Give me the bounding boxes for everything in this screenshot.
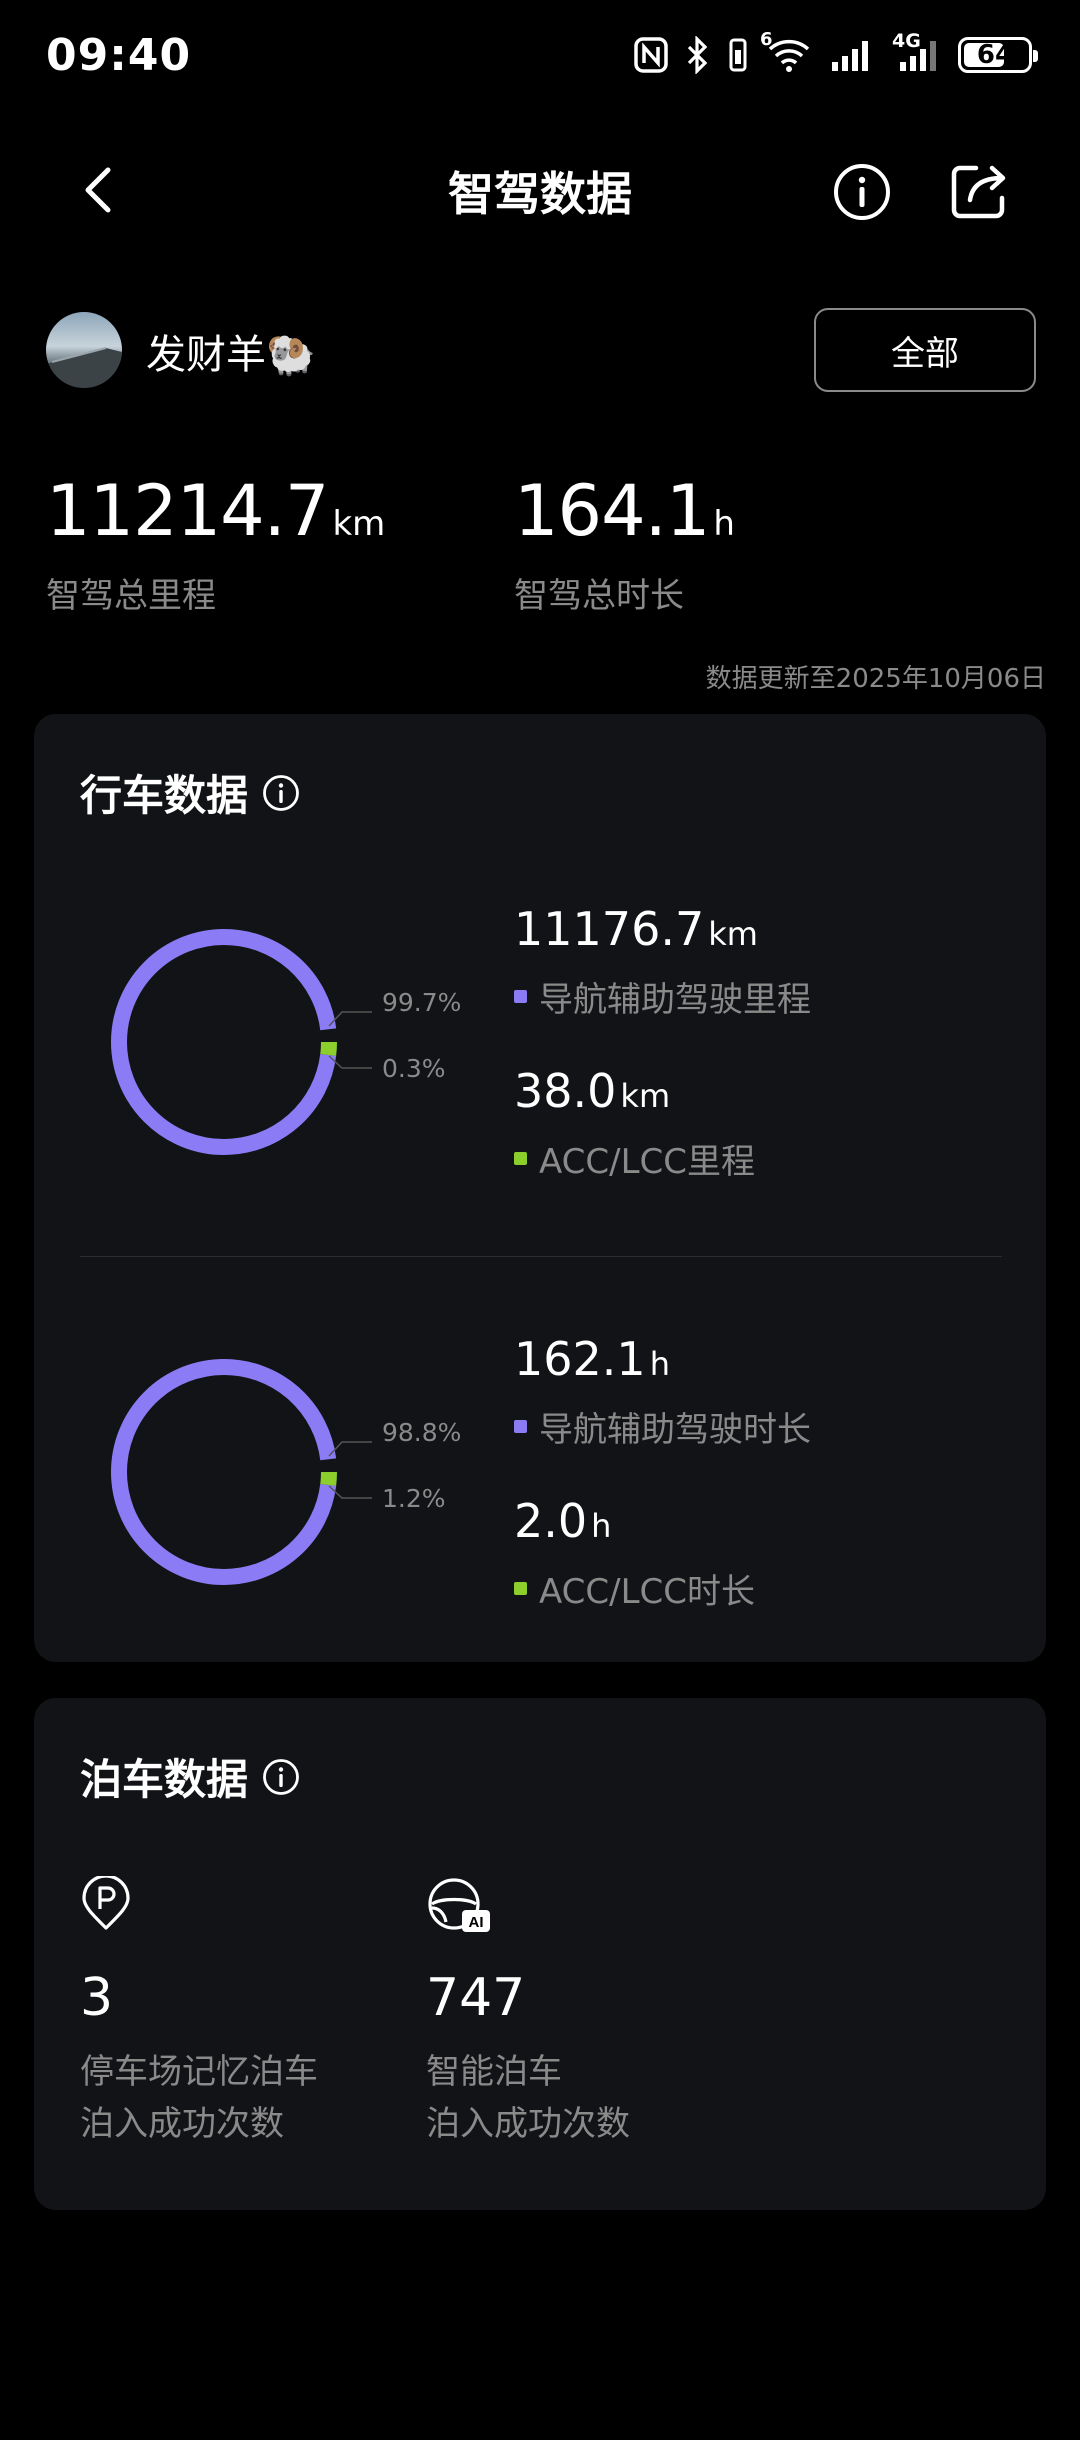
total-mileage-label: 智驾总里程 [46,576,216,616]
legend-dot-nav [514,1420,527,1433]
duration-acc-label: ACC/LCC时长 [539,1572,756,1612]
legend-dot-acc [514,1582,527,1595]
mileage-acc-metric: 38.0 km [514,1064,670,1118]
parking-info-icon[interactable] [262,1758,300,1796]
info-button[interactable] [832,162,892,222]
parking-data-title: 泊车数据 [80,1746,300,1807]
duration-nav-arc [111,1359,337,1585]
smart-parking-label-2: 泊入成功次数 [426,2104,630,2144]
bluetooth-icon [686,36,710,74]
total-mileage-unit: km [332,504,386,544]
duration-acc-value: 2.0 [514,1494,588,1548]
duration-acc-unit: h [591,1507,612,1545]
memory-parking-count: 3 [80,1968,114,2028]
vibrate-icon [728,36,748,74]
mileage-donut-chart [111,929,372,1155]
network-label: 4G [892,30,921,52]
total-duration-unit: h [713,504,735,544]
duration-nav-unit: h [649,1345,670,1383]
total-duration-label: 智驾总时长 [514,576,684,616]
duration-nav-pct: 98.8% [382,1418,462,1447]
signal-icon [830,38,874,72]
driving-data-title-text: 行车数据 [80,771,249,820]
avatar[interactable] [46,312,122,388]
mileage-nav-arc [111,929,337,1155]
mileage-nav-metric: 11176.7 km [514,902,758,956]
battery-icon: 64 [958,37,1038,73]
mileage-nav-pct: 99.7% [382,988,462,1017]
mileage-acc-label: ACC/LCC里程 [539,1142,756,1182]
ai-steering-icon: AI [428,1878,490,1932]
duration-acc-metric: 2.0 h [514,1494,611,1548]
driving-data-title: 行车数据 [80,762,300,823]
parking-data-title-text: 泊车数据 [80,1755,249,1804]
wifi-icon: 6 [760,29,812,73]
share-icon [951,165,1006,219]
mileage-acc-legend: ACC/LCC里程 [514,1134,755,1183]
status-icons: 6 4G 64 [634,29,1038,74]
signal-4g-icon: 4G [892,30,940,72]
update-note: 数据更新至2025年10月06日 [705,664,1046,694]
share-button[interactable] [948,160,1010,222]
card-divider [80,1256,1002,1257]
filter-button[interactable]: 全部 [814,308,1036,392]
legend-dot-acc [514,1152,527,1165]
info-icon [834,164,890,220]
legend-dot-nav [514,990,527,1003]
mileage-acc-pct: 0.3% [382,1054,446,1083]
duration-nav-label: 导航辅助驾驶时长 [539,1410,811,1450]
wifi-badge: 6 [760,29,773,50]
page-title: 智驾数据 [448,167,632,221]
mileage-nav-value: 11176.7 [514,902,705,956]
battery-level: 64 [976,40,1014,70]
total-duration: 164.1 h [514,470,735,552]
driving-info-icon[interactable] [262,774,300,812]
duration-donut-chart [111,1359,372,1585]
mileage-nav-legend: 导航辅助驾驶里程 [514,972,811,1021]
memory-parking-label-2: 泊入成功次数 [80,2104,284,2144]
nfc-icon [634,37,668,73]
duration-nav-legend: 导航辅助驾驶时长 [514,1402,811,1451]
mileage-nav-label: 导航辅助驾驶里程 [539,980,811,1020]
smart-parking-label-1: 智能泊车 [426,2052,562,2092]
duration-acc-legend: ACC/LCC时长 [514,1564,755,1613]
duration-nav-metric: 162.1 h [514,1332,670,1386]
status-time: 09:40 [46,30,192,81]
duration-acc-pct: 1.2% [382,1484,446,1513]
smart-parking-count: 747 [426,1968,526,2028]
memory-parking-label-1: 停车场记忆泊车 [80,2052,318,2092]
duration-nav-value: 162.1 [514,1332,646,1386]
mileage-acc-unit: km [620,1077,671,1115]
svg-text:AI: AI [469,1914,484,1931]
username: 发财羊🐏 [146,332,316,378]
total-duration-value: 164.1 [514,470,710,552]
mileage-nav-unit: km [708,915,758,953]
mileage-acc-value: 38.0 [514,1064,617,1118]
total-mileage: 11214.7 km [46,470,385,552]
total-mileage-value: 11214.7 [46,470,329,552]
parking-pin-icon [82,1876,130,1930]
